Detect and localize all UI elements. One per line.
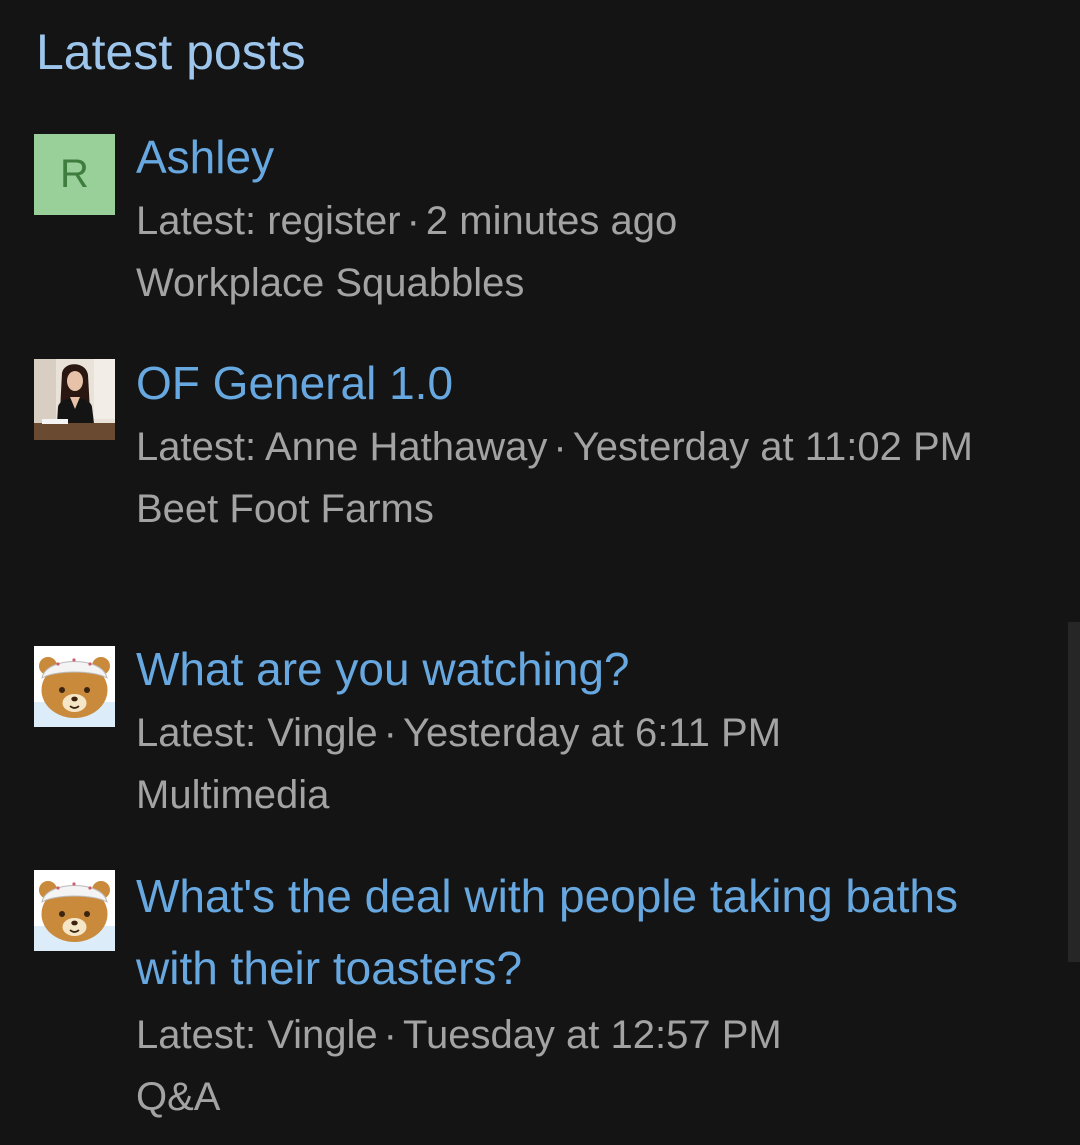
meta-separator: · xyxy=(406,199,420,243)
post-meta: Latest: Vingle · Yesterday at 6:11 PM xyxy=(136,702,1046,764)
latest-prefix: Latest: xyxy=(136,1013,257,1057)
meta-separator: · xyxy=(553,425,567,469)
forum-link[interactable]: Multimedia xyxy=(136,764,1046,826)
avatar[interactable] xyxy=(34,870,115,951)
meta-separator: · xyxy=(383,711,397,755)
woman-portrait-photo-icon xyxy=(34,359,115,440)
bear-avatar-icon xyxy=(34,646,115,727)
forum-link[interactable]: Beet Foot Farms xyxy=(136,478,1046,540)
post-meta: Latest: Vingle · Tuesday at 12:57 PM xyxy=(136,1004,1046,1066)
avatar[interactable]: R xyxy=(34,134,115,215)
meta-separator: · xyxy=(383,1013,397,1057)
block-title: Latest posts xyxy=(36,24,306,80)
latest-time-link[interactable]: Yesterday at 6:11 PM xyxy=(403,711,781,755)
thread-title-link[interactable]: What's the deal with people taking baths… xyxy=(136,860,1046,1004)
latest-user-link[interactable]: Anne Hathaway xyxy=(265,425,547,469)
avatar-letter: R xyxy=(60,152,89,196)
post-meta: Latest: Anne Hathaway · Yesterday at 11:02… xyxy=(136,416,1046,478)
latest-time-link[interactable]: Yesterday at 11:02 PM xyxy=(573,425,973,469)
avatar[interactable] xyxy=(34,359,115,440)
latest-prefix: Latest: xyxy=(136,711,257,755)
latest-time-link[interactable]: Tuesday at 12:57 PM xyxy=(403,1013,782,1057)
latest-user-link[interactable]: Vingle xyxy=(267,1013,377,1057)
post-meta: Latest: register · 2 minutes ago xyxy=(136,190,1046,252)
forum-link[interactable]: Q&A xyxy=(136,1066,1046,1128)
bear-avatar-icon xyxy=(34,870,115,951)
latest-prefix: Latest: xyxy=(136,199,257,243)
avatar[interactable] xyxy=(34,646,115,727)
thread-title-link[interactable]: OF General 1.0 xyxy=(136,356,1046,410)
latest-user-link[interactable]: Vingle xyxy=(267,711,377,755)
thread-title-link[interactable]: What are you watching? xyxy=(136,642,1046,696)
forum-link[interactable]: Workplace Squabbles xyxy=(136,252,1046,314)
latest-time-link[interactable]: 2 minutes ago xyxy=(426,199,677,243)
scrollbar[interactable] xyxy=(1068,622,1080,962)
thread-title-link[interactable]: Ashley xyxy=(136,130,1046,184)
latest-user-link[interactable]: register xyxy=(267,199,400,243)
latest-prefix: Latest: xyxy=(136,425,257,469)
